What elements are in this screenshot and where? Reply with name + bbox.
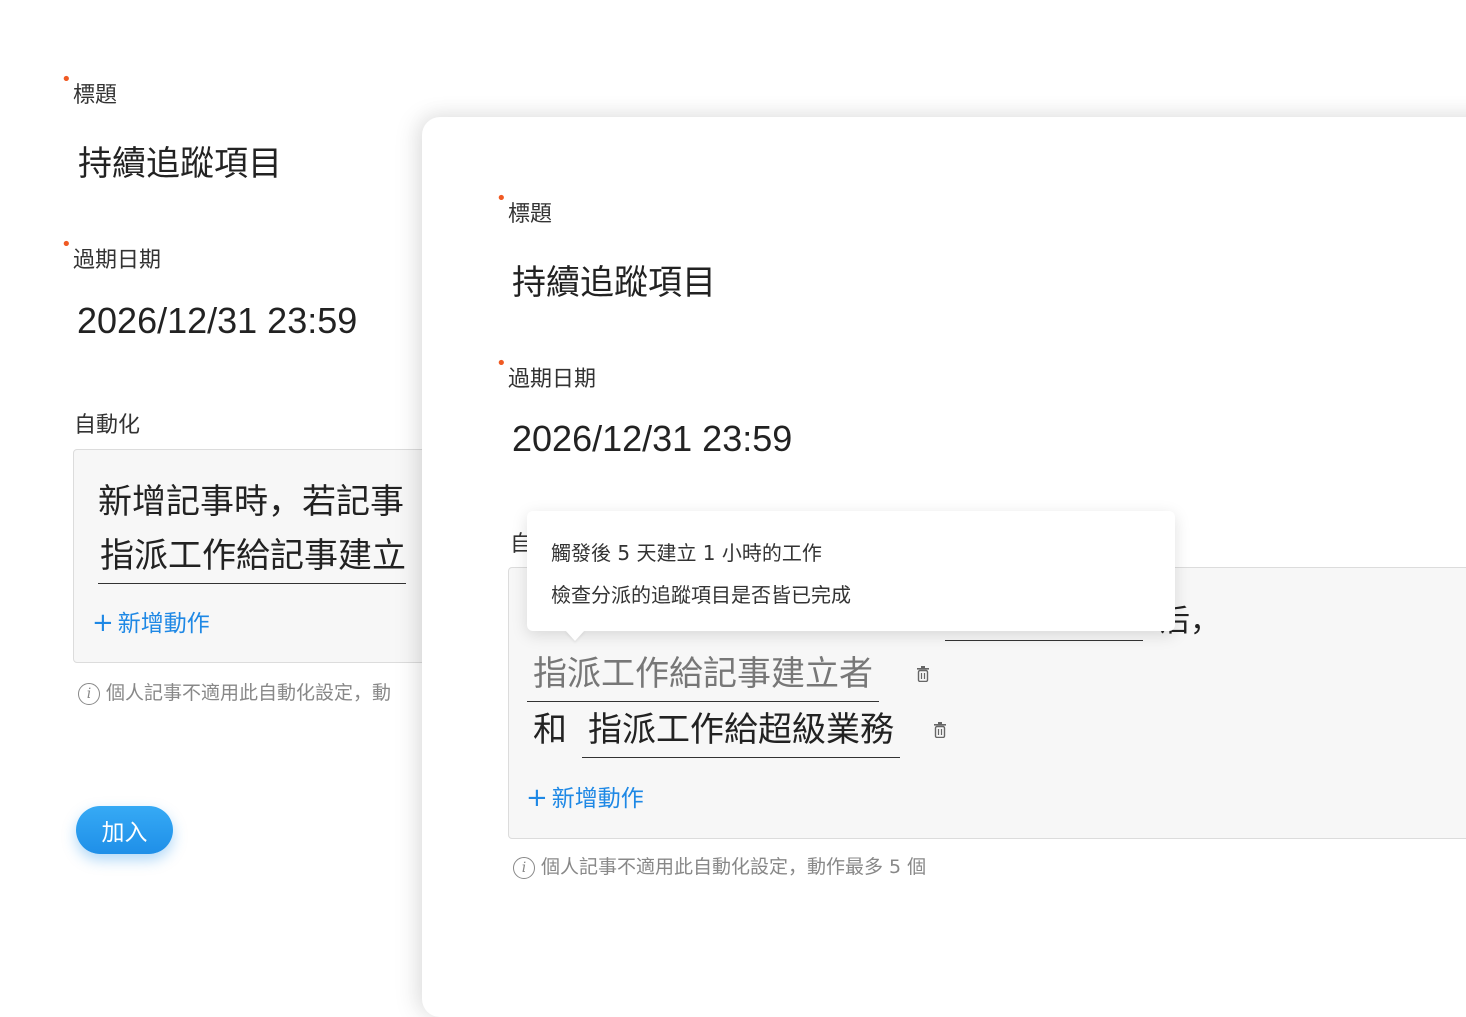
join-button[interactable]: 加入	[76, 806, 173, 854]
due-date-label: • 過期日期	[61, 234, 162, 274]
add-action-button[interactable]: + 新增動作	[92, 604, 210, 638]
automation-hint: i 個人記事不適用此自動化設定，動	[78, 678, 391, 705]
tooltip-arrow	[565, 630, 585, 641]
trash-icon[interactable]	[916, 666, 930, 682]
automation-box: 新增記事時，若記事 指派工作給記事建立 + 新增動作	[73, 449, 475, 663]
plus-icon: +	[92, 608, 114, 638]
required-marker: •	[61, 69, 72, 90]
info-icon: i	[78, 682, 100, 705]
automation-rule-text: 新增記事時，若記事	[98, 482, 404, 522]
plus-icon: +	[526, 783, 548, 813]
automation-hint: i 個人記事不適用此自動化設定，動作最多 5 個	[513, 852, 926, 879]
condition-chip-underline[interactable]	[945, 640, 1143, 641]
automation-action-chip[interactable]: 指派工作給記事建立	[98, 528, 406, 584]
due-date-input[interactable]: 2026/12/31 23:59	[77, 300, 357, 342]
trash-icon[interactable]	[933, 722, 947, 738]
title-label: • 標題	[496, 188, 553, 228]
due-date-input[interactable]: 2026/12/31 23:59	[512, 418, 792, 460]
add-action-button[interactable]: + 新增動作	[526, 779, 644, 813]
required-marker: •	[61, 234, 72, 255]
action-chip-super-sales[interactable]: 指派工作給超級業務	[582, 702, 900, 758]
required-marker: •	[496, 188, 507, 209]
action-tooltip: 觸發後 5 天建立 1 小時的工作 檢查分派的追蹤項目是否皆已完成	[527, 511, 1175, 641]
tooltip-line-description: 檢查分派的追蹤項目是否皆已完成	[551, 583, 851, 607]
action-chip-creator[interactable]: 指派工作給記事建立者	[527, 646, 879, 702]
tooltip-line-schedule: 觸發後 5 天建立 1 小時的工作	[551, 541, 822, 565]
connector-text: 和	[533, 710, 567, 750]
title-input[interactable]: 持續追蹤項目	[78, 136, 282, 185]
automation-label: 自動化	[74, 413, 141, 438]
title-input[interactable]: 持續追蹤項目	[512, 255, 716, 304]
required-marker: •	[496, 353, 507, 374]
title-label: • 標題	[61, 69, 118, 109]
due-date-label: • 過期日期	[496, 353, 597, 393]
info-icon: i	[513, 856, 535, 879]
